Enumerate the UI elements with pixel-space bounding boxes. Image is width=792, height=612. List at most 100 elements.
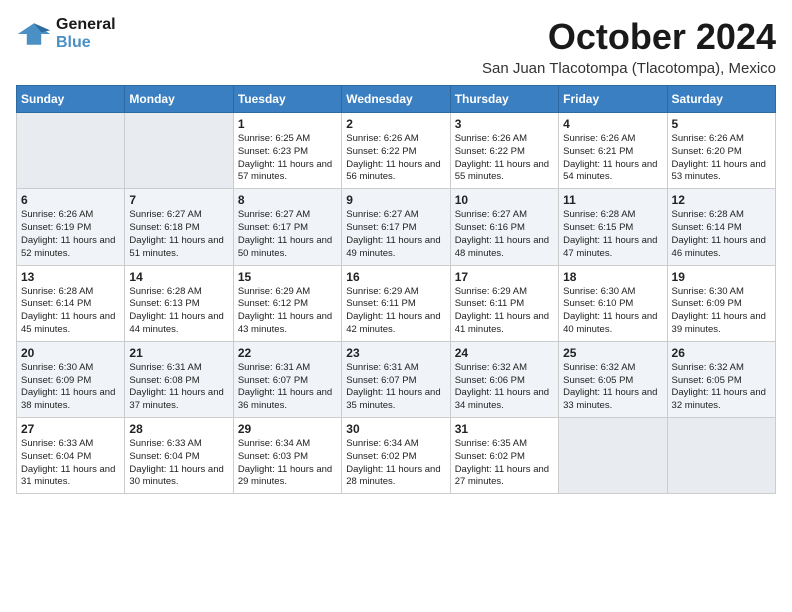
- day-number: 9: [346, 193, 445, 207]
- calendar-cell: 13 Sunrise: 6:28 AM Sunset: 6:14 PM Dayli…: [17, 265, 125, 341]
- day-number: 14: [129, 270, 228, 284]
- day-info: Sunrise: 6:33 AM Sunset: 6:04 PM Dayligh…: [21, 438, 120, 489]
- day-number: 19: [672, 270, 771, 284]
- day-info: Sunrise: 6:26 AM Sunset: 6:19 PM Dayligh…: [21, 209, 120, 260]
- calendar-cell: 25 Sunrise: 6:32 AM Sunset: 6:05 PM Dayli…: [559, 341, 667, 417]
- calendar-cell: 31Sunrise: 6:35 AM Sunset: 6:02 PM Dayli…: [450, 418, 558, 494]
- calendar-cell: 11 Sunrise: 6:28 AM Sunset: 6:15 PM Dayli…: [559, 189, 667, 265]
- calendar-cell: [559, 418, 667, 494]
- calendar-week-row: 20 Sunrise: 6:30 AM Sunset: 6:09 PM Dayli…: [17, 341, 776, 417]
- day-number: 4: [563, 117, 662, 131]
- day-info: Sunrise: 6:34 AM Sunset: 6:02 PM Dayligh…: [346, 438, 445, 489]
- day-info: Sunrise: 6:32 AM Sunset: 6:05 PM Dayligh…: [672, 362, 771, 413]
- day-info: Sunrise: 6:29 AM Sunset: 6:11 PM Dayligh…: [455, 286, 554, 337]
- day-number: 7: [129, 193, 228, 207]
- calendar-cell: 21 Sunrise: 6:31 AM Sunset: 6:08 PM Dayli…: [125, 341, 233, 417]
- calendar-week-row: 1 Sunrise: 6:25 AM Sunset: 6:23 PM Daylig…: [17, 113, 776, 189]
- day-number: 5: [672, 117, 771, 131]
- calendar-cell: 28Sunrise: 6:33 AM Sunset: 6:04 PM Dayli…: [125, 418, 233, 494]
- calendar-cell: 16 Sunrise: 6:29 AM Sunset: 6:11 PM Dayli…: [342, 265, 450, 341]
- day-number: 12: [672, 193, 771, 207]
- day-info: Sunrise: 6:29 AM Sunset: 6:11 PM Dayligh…: [346, 286, 445, 337]
- calendar-cell: 10 Sunrise: 6:27 AM Sunset: 6:16 PM Dayli…: [450, 189, 558, 265]
- day-number: 25: [563, 346, 662, 360]
- day-info: Sunrise: 6:31 AM Sunset: 6:07 PM Dayligh…: [346, 362, 445, 413]
- day-info: Sunrise: 6:34 AM Sunset: 6:03 PM Dayligh…: [238, 438, 337, 489]
- calendar-header-row: SundayMondayTuesdayWednesdayThursdayFrid…: [17, 86, 776, 113]
- day-info: Sunrise: 6:28 AM Sunset: 6:14 PM Dayligh…: [21, 286, 120, 337]
- day-info: Sunrise: 6:32 AM Sunset: 6:05 PM Dayligh…: [563, 362, 662, 413]
- day-number: 17: [455, 270, 554, 284]
- calendar-cell: 22Sunrise: 6:31 AM Sunset: 6:07 PM Dayli…: [233, 341, 341, 417]
- calendar-header-cell: Sunday: [17, 86, 125, 113]
- calendar-cell: [125, 113, 233, 189]
- day-number: 2: [346, 117, 445, 131]
- day-info: Sunrise: 6:31 AM Sunset: 6:08 PM Dayligh…: [129, 362, 228, 413]
- day-number: 1: [238, 117, 337, 131]
- day-info: Sunrise: 6:30 AM Sunset: 6:09 PM Dayligh…: [672, 286, 771, 337]
- day-info: Sunrise: 6:27 AM Sunset: 6:18 PM Dayligh…: [129, 209, 228, 260]
- day-number: 11: [563, 193, 662, 207]
- day-info: Sunrise: 6:35 AM Sunset: 6:02 PM Dayligh…: [455, 438, 554, 489]
- calendar-cell: 14 Sunrise: 6:28 AM Sunset: 6:13 PM Dayli…: [125, 265, 233, 341]
- calendar-cell: 3 Sunrise: 6:26 AM Sunset: 6:22 PM Daylig…: [450, 113, 558, 189]
- day-number: 21: [129, 346, 228, 360]
- calendar-cell: 27Sunrise: 6:33 AM Sunset: 6:04 PM Dayli…: [17, 418, 125, 494]
- calendar-cell: 29 Sunrise: 6:34 AM Sunset: 6:03 PM Dayli…: [233, 418, 341, 494]
- calendar-cell: 19 Sunrise: 6:30 AM Sunset: 6:09 PM Dayli…: [667, 265, 775, 341]
- calendar-week-row: 6Sunrise: 6:26 AM Sunset: 6:19 PM Daylig…: [17, 189, 776, 265]
- day-info: Sunrise: 6:31 AM Sunset: 6:07 PM Dayligh…: [238, 362, 337, 413]
- calendar-header-cell: Saturday: [667, 86, 775, 113]
- calendar-cell: 8 Sunrise: 6:27 AM Sunset: 6:17 PM Daylig…: [233, 189, 341, 265]
- day-info: Sunrise: 6:32 AM Sunset: 6:06 PM Dayligh…: [455, 362, 554, 413]
- calendar-cell: 26Sunrise: 6:32 AM Sunset: 6:05 PM Dayli…: [667, 341, 775, 417]
- logo: General Blue: [16, 16, 116, 52]
- calendar-header-cell: Thursday: [450, 86, 558, 113]
- calendar-cell: 23Sunrise: 6:31 AM Sunset: 6:07 PM Dayli…: [342, 341, 450, 417]
- logo-text: General Blue: [56, 16, 116, 52]
- calendar-cell: 30 Sunrise: 6:34 AM Sunset: 6:02 PM Dayli…: [342, 418, 450, 494]
- calendar-header-cell: Wednesday: [342, 86, 450, 113]
- day-info: Sunrise: 6:27 AM Sunset: 6:17 PM Dayligh…: [346, 209, 445, 260]
- calendar-cell: 18Sunrise: 6:30 AM Sunset: 6:10 PM Dayli…: [559, 265, 667, 341]
- day-info: Sunrise: 6:28 AM Sunset: 6:15 PM Dayligh…: [563, 209, 662, 260]
- calendar-cell: 20 Sunrise: 6:30 AM Sunset: 6:09 PM Dayli…: [17, 341, 125, 417]
- day-number: 8: [238, 193, 337, 207]
- day-info: Sunrise: 6:27 AM Sunset: 6:16 PM Dayligh…: [455, 209, 554, 260]
- calendar-cell: 4 Sunrise: 6:26 AM Sunset: 6:21 PM Daylig…: [559, 113, 667, 189]
- title-section: October 2024 San Juan Tlacotompa (Tlacot…: [482, 16, 776, 77]
- day-number: 13: [21, 270, 120, 284]
- subtitle: San Juan Tlacotompa (Tlacotompa), Mexico: [482, 60, 776, 77]
- day-number: 30: [346, 422, 445, 436]
- day-info: Sunrise: 6:26 AM Sunset: 6:22 PM Dayligh…: [346, 133, 445, 184]
- calendar-cell: [17, 113, 125, 189]
- day-info: Sunrise: 6:26 AM Sunset: 6:22 PM Dayligh…: [455, 133, 554, 184]
- calendar-header-cell: Friday: [559, 86, 667, 113]
- day-info: Sunrise: 6:28 AM Sunset: 6:14 PM Dayligh…: [672, 209, 771, 260]
- page-header: General Blue October 2024 San Juan Tlaco…: [16, 16, 776, 77]
- calendar-week-row: 27Sunrise: 6:33 AM Sunset: 6:04 PM Dayli…: [17, 418, 776, 494]
- day-info: Sunrise: 6:29 AM Sunset: 6:12 PM Dayligh…: [238, 286, 337, 337]
- day-number: 16: [346, 270, 445, 284]
- day-number: 10: [455, 193, 554, 207]
- day-info: Sunrise: 6:25 AM Sunset: 6:23 PM Dayligh…: [238, 133, 337, 184]
- day-info: Sunrise: 6:30 AM Sunset: 6:09 PM Dayligh…: [21, 362, 120, 413]
- day-info: Sunrise: 6:28 AM Sunset: 6:13 PM Dayligh…: [129, 286, 228, 337]
- day-info: Sunrise: 6:27 AM Sunset: 6:17 PM Dayligh…: [238, 209, 337, 260]
- day-info: Sunrise: 6:26 AM Sunset: 6:21 PM Dayligh…: [563, 133, 662, 184]
- day-number: 24: [455, 346, 554, 360]
- calendar-table: SundayMondayTuesdayWednesdayThursdayFrid…: [16, 85, 776, 494]
- calendar-cell: 2 Sunrise: 6:26 AM Sunset: 6:22 PM Daylig…: [342, 113, 450, 189]
- day-number: 3: [455, 117, 554, 131]
- calendar-cell: 15 Sunrise: 6:29 AM Sunset: 6:12 PM Dayli…: [233, 265, 341, 341]
- day-number: 28: [129, 422, 228, 436]
- month-title: October 2024: [482, 16, 776, 58]
- calendar-cell: 1 Sunrise: 6:25 AM Sunset: 6:23 PM Daylig…: [233, 113, 341, 189]
- day-info: Sunrise: 6:30 AM Sunset: 6:10 PM Dayligh…: [563, 286, 662, 337]
- day-number: 29: [238, 422, 337, 436]
- calendar-week-row: 13 Sunrise: 6:28 AM Sunset: 6:14 PM Dayli…: [17, 265, 776, 341]
- day-number: 20: [21, 346, 120, 360]
- logo-bird-icon: [16, 16, 52, 52]
- calendar-cell: 17 Sunrise: 6:29 AM Sunset: 6:11 PM Dayli…: [450, 265, 558, 341]
- day-number: 15: [238, 270, 337, 284]
